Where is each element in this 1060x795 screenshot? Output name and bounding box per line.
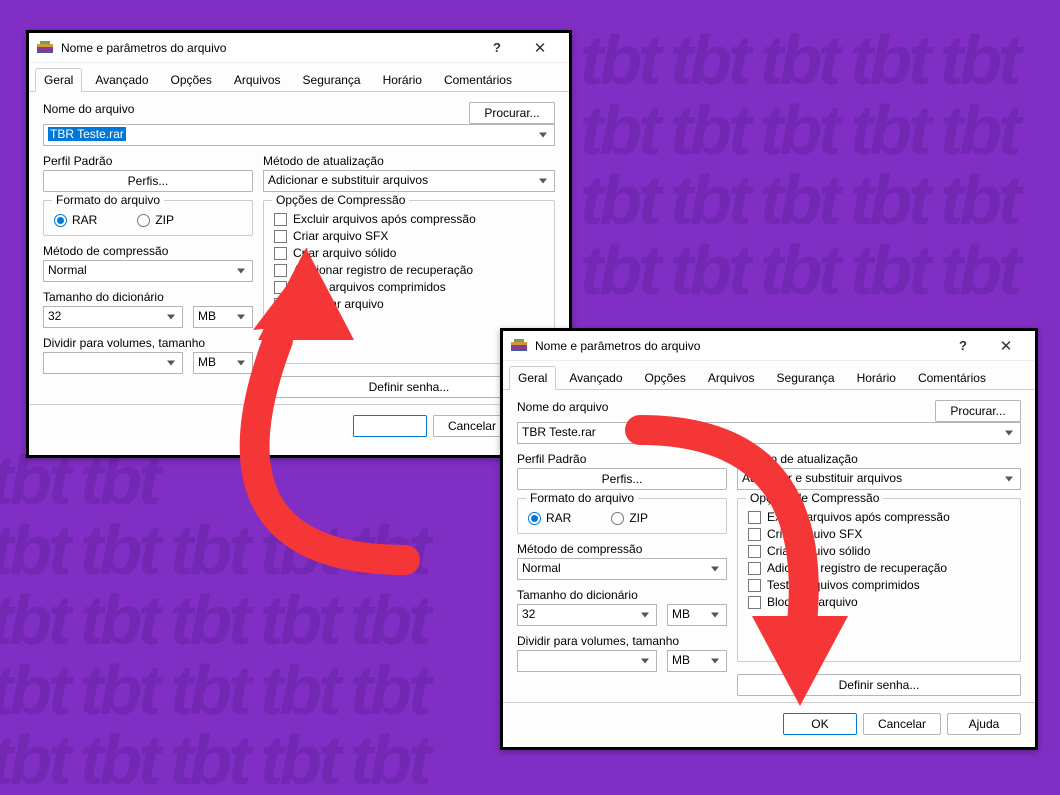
archive-format-group: Formato do arquivo RAR ZIP — [43, 200, 253, 236]
compression-method-select[interactable]: Normal — [43, 260, 253, 282]
checkbox-create-sfx[interactable]: Criar arquivo SFX — [748, 527, 1010, 541]
button-bar: Cancelar A — [29, 404, 569, 447]
radio-rar[interactable]: RAR — [54, 213, 97, 227]
titlebar-help-button[interactable]: ? — [477, 34, 517, 62]
archive-format-group-title: Formato do arquivo — [526, 491, 638, 505]
dictionary-size-select[interactable]: 32 — [43, 306, 183, 328]
tab-arquivos[interactable]: Arquivos — [699, 366, 764, 390]
button-bar: OK Cancelar Ajuda — [503, 702, 1035, 745]
split-size-select[interactable] — [43, 352, 183, 374]
archive-name-value: TBR Teste.rar — [522, 425, 596, 439]
checkbox-solid-archive[interactable]: Criar arquivo sólido — [274, 246, 544, 260]
compression-method-label: Método de compressão — [517, 542, 727, 556]
tab-horario[interactable]: Horário — [374, 68, 431, 92]
checkbox-lock-archive[interactable]: Bloquear arquivo — [274, 297, 544, 311]
radio-rar[interactable]: RAR — [528, 511, 571, 525]
tab-arquivos[interactable]: Arquivos — [225, 68, 290, 92]
profiles-button[interactable]: Perfis... — [43, 170, 253, 192]
tab-avancado[interactable]: Avançado — [560, 366, 631, 390]
tab-seguranca[interactable]: Segurança — [294, 68, 370, 92]
split-unit-select[interactable]: MB — [667, 650, 727, 672]
titlebar-close-button[interactable]: ✕ — [517, 34, 563, 62]
dictionary-size-label: Tamanho do dicionário — [517, 588, 727, 602]
archive-format-group: Formato do arquivo RAR ZIP — [517, 498, 727, 534]
archive-name-input[interactable]: TBR Teste.rar — [517, 422, 1021, 444]
update-method-select[interactable]: Adicionar e substituir arquivos — [737, 468, 1021, 490]
archive-name-value: TBR Teste.rar — [48, 127, 126, 141]
update-method-label: Método de atualização — [263, 154, 555, 168]
dictionary-unit-select[interactable]: MB — [193, 306, 253, 328]
window-title: Nome e parâmetros do arquivo — [535, 339, 943, 353]
tab-comentarios[interactable]: Comentários — [909, 366, 995, 390]
checkbox-test-archived[interactable]: Testar arquivos comprimidos — [748, 578, 1010, 592]
tab-opcoes[interactable]: Opções — [162, 68, 221, 92]
profiles-button[interactable]: Perfis... — [517, 468, 727, 490]
tab-avancado[interactable]: Avançado — [86, 68, 157, 92]
split-volumes-label: Dividir para volumes, tamanho — [43, 336, 253, 350]
set-password-button[interactable]: Definir senha... — [737, 674, 1021, 696]
update-method-select[interactable]: Adicionar e substituir arquivos — [263, 170, 555, 192]
archive-name-label: Nome do arquivo — [517, 400, 925, 414]
profile-label: Perfil Padrão — [517, 452, 727, 466]
checkbox-recovery-record[interactable]: Adicionar registro de recuperação — [748, 561, 1010, 575]
compression-options-group-title: Opções de Compressão — [272, 193, 409, 207]
radio-zip[interactable]: ZIP — [137, 213, 174, 227]
winrar-app-icon — [37, 41, 53, 55]
titlebar[interactable]: Nome e parâmetros do arquivo ? ✕ — [503, 331, 1035, 361]
split-volumes-label: Dividir para volumes, tamanho — [517, 634, 727, 648]
archive-format-group-title: Formato do arquivo — [52, 193, 164, 207]
cancel-button[interactable]: Cancelar — [863, 713, 941, 735]
checkbox-solid-archive[interactable]: Criar arquivo sólido — [748, 544, 1010, 558]
tab-strip: Geral Avançado Opções Arquivos Segurança… — [29, 63, 569, 92]
titlebar-help-button[interactable]: ? — [943, 332, 983, 360]
radio-zip[interactable]: ZIP — [611, 511, 648, 525]
update-method-label: Método de atualização — [737, 452, 1021, 466]
help-button[interactable]: Ajuda — [947, 713, 1021, 735]
tab-opcoes[interactable]: Opções — [636, 366, 695, 390]
tab-geral[interactable]: Geral — [509, 366, 556, 390]
dictionary-size-select[interactable]: 32 — [517, 604, 657, 626]
titlebar[interactable]: Nome e parâmetros do arquivo ? ✕ — [29, 33, 569, 63]
dictionary-size-label: Tamanho do dicionário — [43, 290, 253, 304]
dialog-content: Nome do arquivo Procurar... TBR Teste.ra… — [29, 92, 569, 404]
ok-button[interactable] — [353, 415, 427, 437]
tab-seguranca[interactable]: Segurança — [768, 366, 844, 390]
tab-comentarios[interactable]: Comentários — [435, 68, 521, 92]
tab-geral[interactable]: Geral — [35, 68, 82, 92]
compression-options-group: Opções de Compressão Excluir arquivos ap… — [737, 498, 1021, 662]
compression-method-select[interactable]: Normal — [517, 558, 727, 580]
checkbox-delete-after[interactable]: Excluir arquivos após compressão — [274, 212, 544, 226]
checkbox-test-archived[interactable]: Testar arquivos comprimidos — [274, 280, 544, 294]
dialog-content: Nome do arquivo Procurar... TBR Teste.ra… — [503, 390, 1035, 702]
titlebar-close-button[interactable]: ✕ — [983, 332, 1029, 360]
archive-name-label: Nome do arquivo — [43, 102, 459, 116]
window-title: Nome e parâmetros do arquivo — [61, 41, 477, 55]
browse-button[interactable]: Procurar... — [469, 102, 555, 124]
checkbox-lock-archive[interactable]: Bloquear arquivo — [748, 595, 1010, 609]
ok-button[interactable]: OK — [783, 713, 857, 735]
archive-name-input[interactable]: TBR Teste.rar — [43, 124, 555, 146]
winrar-archive-dialog-1: Nome e parâmetros do arquivo ? ✕ Geral A… — [26, 30, 572, 458]
dictionary-unit-select[interactable]: MB — [667, 604, 727, 626]
checkbox-create-sfx[interactable]: Criar arquivo SFX — [274, 229, 544, 243]
checkbox-recovery-record[interactable]: Adicionar registro de recuperação — [274, 263, 544, 277]
split-size-select[interactable] — [517, 650, 657, 672]
profile-label: Perfil Padrão — [43, 154, 253, 168]
tab-horario[interactable]: Horário — [848, 366, 905, 390]
winrar-app-icon — [511, 339, 527, 353]
checkbox-delete-after[interactable]: Excluir arquivos após compressão — [748, 510, 1010, 524]
split-unit-select[interactable]: MB — [193, 352, 253, 374]
tab-strip: Geral Avançado Opções Arquivos Segurança… — [503, 361, 1035, 390]
browse-button[interactable]: Procurar... — [935, 400, 1021, 422]
compression-options-group-title: Opções de Compressão — [746, 491, 883, 505]
winrar-archive-dialog-2: Nome e parâmetros do arquivo ? ✕ Geral A… — [500, 328, 1038, 750]
compression-method-label: Método de compressão — [43, 244, 253, 258]
